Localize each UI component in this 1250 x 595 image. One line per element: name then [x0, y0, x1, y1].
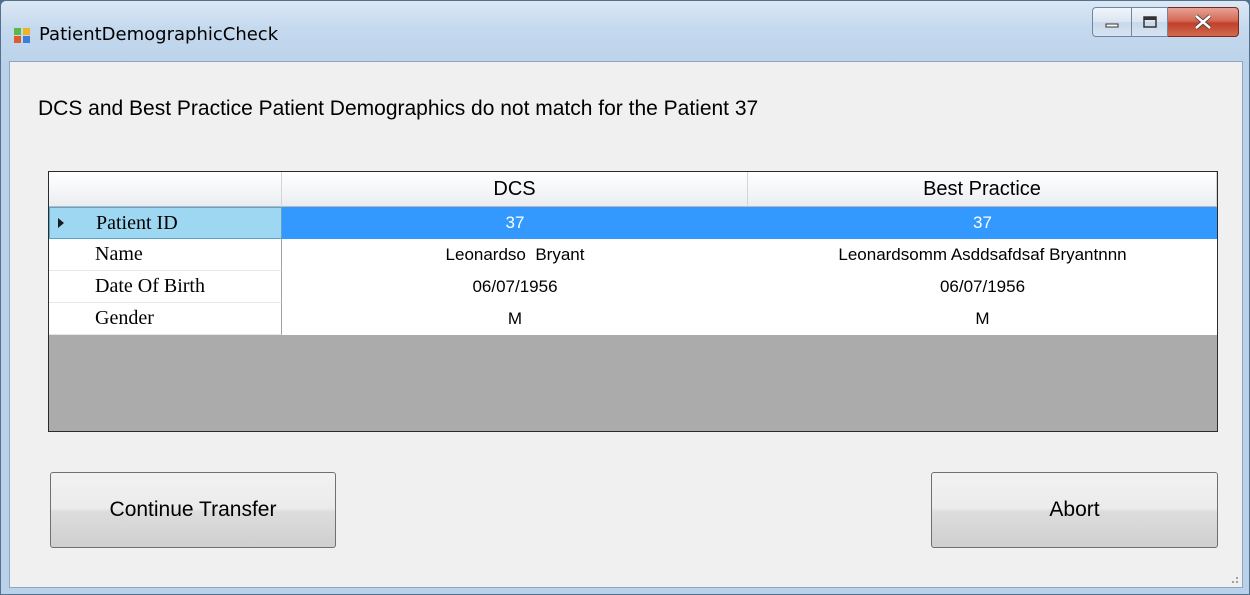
- row-header[interactable]: Date Of Birth: [49, 271, 282, 303]
- table-row[interactable]: Patient ID 37 37: [49, 207, 1217, 239]
- window-title: PatientDemographicCheck: [39, 24, 279, 45]
- row-label: Date Of Birth: [95, 275, 205, 297]
- grid-corner-header[interactable]: [49, 172, 282, 207]
- row-pointer-icon: [58, 218, 64, 228]
- table-row[interactable]: Gender M M: [49, 303, 1217, 335]
- row-label: Name: [95, 243, 143, 265]
- row-label: Patient ID: [96, 211, 178, 234]
- dcs-cell[interactable]: 06/07/1956: [282, 271, 748, 303]
- close-button[interactable]: [1168, 7, 1239, 37]
- close-icon: [1194, 14, 1212, 30]
- maximize-icon: [1142, 16, 1157, 28]
- dcs-cell[interactable]: Leonardso Bryant: [282, 239, 748, 271]
- table-row[interactable]: Name Leonardso Bryant Leonardsomm Asddsa…: [49, 239, 1217, 271]
- best-practice-cell[interactable]: M: [748, 303, 1217, 335]
- row-header[interactable]: Patient ID: [49, 207, 282, 239]
- window-controls: [1092, 7, 1239, 37]
- client-area: DCS and Best Practice Patient Demographi…: [9, 61, 1243, 588]
- column-header-dcs[interactable]: DCS: [282, 172, 748, 207]
- title-bar[interactable]: PatientDemographicCheck: [1, 1, 1249, 61]
- minimize-icon: [1105, 23, 1119, 28]
- row-header[interactable]: Name: [49, 239, 282, 271]
- app-icon: [14, 28, 32, 44]
- dcs-cell[interactable]: 37: [282, 207, 748, 239]
- table-row[interactable]: Date Of Birth 06/07/1956 06/07/1956: [49, 271, 1217, 303]
- mismatch-message: DCS and Best Practice Patient Demographi…: [38, 97, 759, 120]
- resize-grip-icon[interactable]: [1232, 577, 1238, 583]
- demographics-grid[interactable]: DCS Best Practice Patient ID 37 37 Name …: [48, 171, 1218, 432]
- row-header[interactable]: Gender: [49, 303, 282, 335]
- dialog-window: PatientDemographicCheck DCS and Best Pra…: [0, 0, 1250, 595]
- dcs-cell[interactable]: M: [282, 303, 748, 335]
- minimize-button[interactable]: [1092, 7, 1132, 37]
- grid-header-row: DCS Best Practice: [49, 172, 1217, 207]
- row-label: Gender: [95, 307, 154, 329]
- best-practice-cell[interactable]: 06/07/1956: [748, 271, 1217, 303]
- continue-transfer-button[interactable]: Continue Transfer: [50, 472, 336, 548]
- maximize-button[interactable]: [1132, 7, 1168, 37]
- abort-button[interactable]: Abort: [931, 472, 1218, 548]
- best-practice-cell[interactable]: 37: [748, 207, 1217, 239]
- best-practice-cell[interactable]: Leonardsomm Asddsafdsaf Bryantnnn: [748, 239, 1217, 271]
- column-header-best-practice[interactable]: Best Practice: [748, 172, 1217, 207]
